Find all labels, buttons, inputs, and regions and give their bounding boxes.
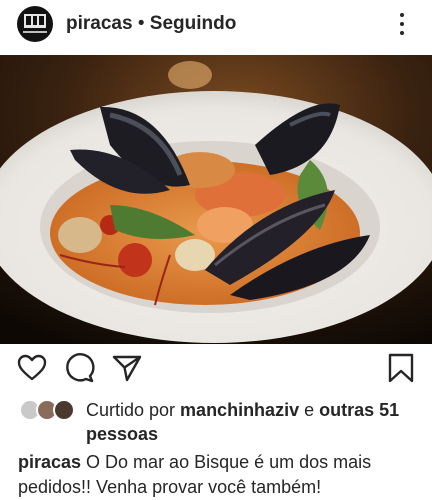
comment-icon[interactable] bbox=[63, 352, 95, 384]
logo-text-line bbox=[23, 31, 47, 33]
post-author: piracas • Seguindo bbox=[66, 13, 236, 35]
seafood-bisque-image bbox=[0, 55, 432, 344]
send-icon[interactable] bbox=[111, 352, 143, 384]
post-actions bbox=[0, 352, 432, 388]
bookmark-icon[interactable] bbox=[385, 352, 417, 384]
heart-icon[interactable] bbox=[16, 352, 48, 384]
likes-summary[interactable]: Curtido por manchinhaziv e outras 51 pes… bbox=[0, 396, 432, 446]
likes-middle: e bbox=[299, 400, 320, 420]
separator-dot: • bbox=[132, 13, 150, 34]
restaurant-logo-icon bbox=[24, 14, 46, 28]
liker-username-link[interactable]: manchinhaziv bbox=[180, 400, 299, 420]
likes-text: Curtido por manchinhaziv e outras 51 pes… bbox=[86, 398, 416, 446]
liker-avatars bbox=[19, 399, 79, 421]
post-caption: piracas O Do mar ao Bisque é um dos mais… bbox=[18, 450, 422, 500]
avatar[interactable] bbox=[17, 6, 53, 42]
post-header: piracas • Seguindo bbox=[0, 0, 432, 50]
more-vertical-icon[interactable] bbox=[392, 10, 412, 38]
username-link[interactable]: piracas bbox=[66, 13, 133, 34]
post-photo[interactable] bbox=[0, 55, 432, 344]
follow-status-button[interactable]: Seguindo bbox=[150, 13, 237, 34]
caption-username-link[interactable]: piracas bbox=[18, 452, 81, 472]
likes-prefix: Curtido por bbox=[86, 400, 181, 420]
liker-avatar bbox=[53, 399, 75, 421]
